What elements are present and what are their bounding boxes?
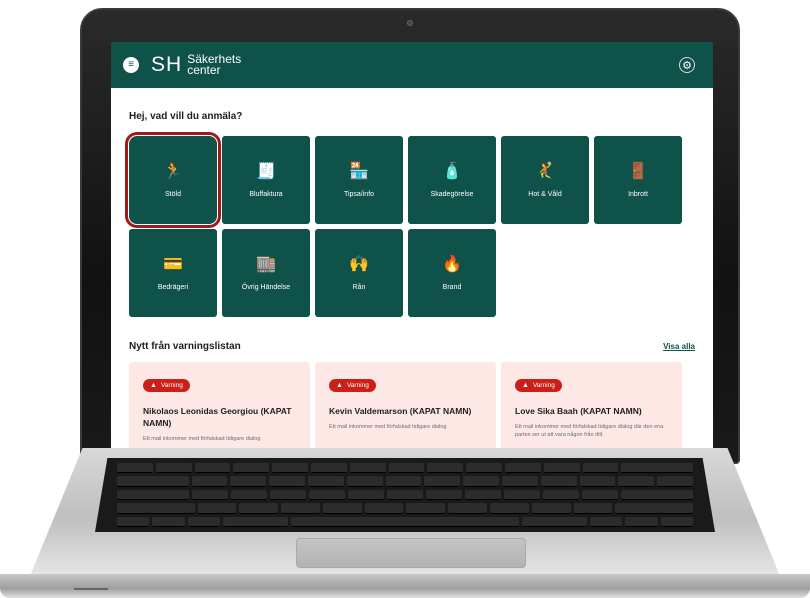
spray-can-icon: 🧴	[442, 162, 462, 180]
warning-badge: ▲ Varning	[143, 379, 190, 392]
page-title: Hej, vad vill du anmäla?	[129, 111, 243, 122]
warning-list-header: Nytt från varningslistan Visa alla	[129, 341, 695, 352]
warning-triangle-icon: ▲	[522, 382, 529, 389]
warning-card-name: Nikolaos Leonidas Georgiou (KAPAT NAMN)	[143, 406, 292, 428]
incident-tile-övrig-händelse[interactable]: 🏬 Övrig Händelse	[222, 229, 310, 317]
incident-type-grid: 🏃 Stöld 🧾 Bluffaktura 🏪 Tipsa/info 🧴 Skadegörel…	[125, 132, 695, 317]
tile-label: Övrig Händelse	[241, 283, 291, 291]
incident-tile-rån[interactable]: 🙌 Rån	[315, 229, 403, 317]
warning-triangle-icon: ▲	[336, 382, 343, 389]
webcam-icon	[407, 20, 413, 26]
invoice-icon: 🧾	[256, 162, 276, 180]
tile-label: Hot & Våld	[528, 190, 562, 198]
incident-tile-skadegörelse[interactable]: 🧴 Skadegörelse	[408, 136, 496, 224]
tile-label: Stöld	[165, 190, 181, 198]
robbery-icon: 🙌	[349, 255, 369, 273]
app-header: ≡ SH Säkerhets center ⚙	[111, 42, 713, 88]
tile-label: Skadegörelse	[430, 190, 474, 198]
status-led	[74, 588, 108, 590]
hamburger-menu-icon[interactable]: ≡	[123, 57, 139, 73]
tile-label: Bedrägeri	[157, 283, 189, 291]
tile-label: Bluffaktura	[249, 190, 283, 198]
incident-tile-brand[interactable]: 🔥 Brand	[408, 229, 496, 317]
warning-cards: ▲ Varning Nikolaos Leonidas Georgiou (KAPA…	[129, 362, 695, 448]
warning-badge-label: Varning	[346, 382, 369, 389]
incident-tile-bedrägeri[interactable]: 💳 Bedrägeri	[129, 229, 217, 317]
tile-label: Tipsa/info	[343, 190, 375, 198]
warning-card[interactable]: ▲ Varning Nikolaos Leonidas Georgiou (KAPA…	[129, 362, 310, 448]
shop-event-icon: 🏬	[256, 255, 276, 273]
laptop-front-edge	[0, 574, 810, 598]
keyboard	[95, 458, 715, 532]
app-logo: SH Säkerhets center	[151, 53, 241, 77]
card-fraud-icon: 💳	[163, 255, 183, 273]
warning-badge-label: Varning	[160, 382, 183, 389]
warning-card-name: Love Sika Baah (KAPAT NAMN)	[515, 406, 642, 416]
tile-label: Rån	[352, 283, 366, 291]
incident-tile-hot-våld[interactable]: 🤾 Hot & Våld	[501, 136, 589, 224]
warning-card[interactable]: ▲ Varning Kevin Valdemarson (KAPAT NAMN) Et…	[315, 362, 496, 448]
warning-card-description: Ett mail inkommer med förfalskad tidigar…	[515, 424, 664, 438]
logo-text: Säkerhets center	[187, 53, 241, 77]
incident-tile-inbrott[interactable]: 🚪 Inbrott	[594, 136, 682, 224]
warning-list-title: Nytt från varningslistan	[129, 341, 241, 352]
trackpad	[296, 538, 526, 568]
running-thief-icon: 🏃	[163, 162, 183, 180]
warning-triangle-icon: ▲	[150, 382, 157, 389]
main-content: Hej, vad vill du anmäla? 🏃 Stöld 🧾 Bluffakt…	[111, 111, 713, 448]
see-all-link[interactable]: Visa alla	[663, 342, 695, 351]
app-screen: ≡ SH Säkerhets center ⚙ Hej, vad vill du…	[111, 42, 713, 448]
break-in-door-icon: 🚪	[628, 162, 648, 180]
threat-figure-icon: 🤾	[535, 162, 555, 180]
incident-tile-tipsa-info[interactable]: 🏪 Tipsa/info	[315, 136, 403, 224]
warning-card-description: Ett mail inkommer med förfalskad tidigar…	[143, 436, 261, 442]
fire-icon: 🔥	[442, 255, 462, 273]
warning-card-description: Ett mail inkommer med förfalskad tidigar…	[329, 424, 447, 430]
logo-mark: SH	[151, 53, 183, 76]
tile-label: Brand	[442, 283, 462, 291]
warning-card-name: Kevin Valdemarson (KAPAT NAMN)	[329, 406, 472, 416]
laptop-base	[0, 448, 810, 598]
incident-tile-bluffaktura[interactable]: 🧾 Bluffaktura	[222, 136, 310, 224]
warning-badge-label: Varning	[532, 382, 555, 389]
warning-badge: ▲ Varning	[329, 379, 376, 392]
tile-label: Inbrott	[628, 190, 648, 198]
logo-line-2: center	[187, 63, 221, 77]
incident-tile-stöld[interactable]: 🏃 Stöld	[125, 132, 221, 228]
warning-badge: ▲ Varning	[515, 379, 562, 392]
warning-card[interactable]: ▲ Varning Love Sika Baah (KAPAT NAMN) Ett m…	[501, 362, 682, 448]
gear-icon[interactable]: ⚙	[679, 57, 695, 73]
store-front-icon: 🏪	[349, 162, 369, 180]
